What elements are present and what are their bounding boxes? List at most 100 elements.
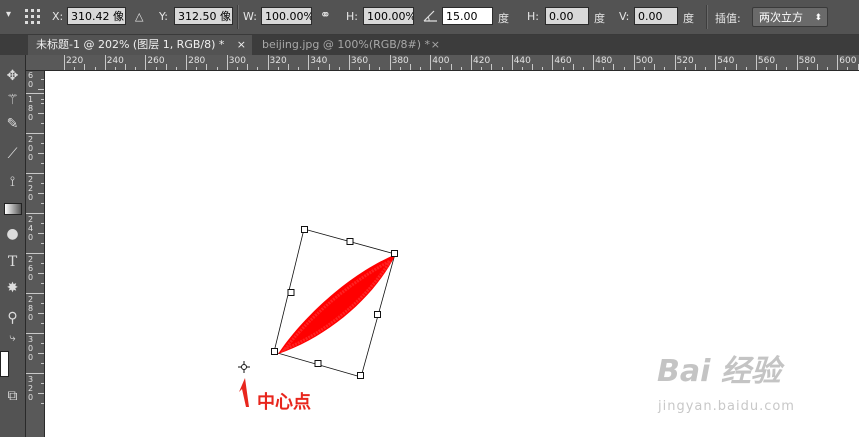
transform-handle[interactable] xyxy=(346,238,354,245)
v-skew-field[interactable]: 0.00 xyxy=(634,7,678,25)
ruler-label: 260 xyxy=(28,255,34,282)
type-icon[interactable]: T xyxy=(0,251,25,273)
tab-label: 未标题-1 @ 202% (图层 1, RGB/8) * xyxy=(36,38,225,51)
ruler-origin[interactable] xyxy=(26,55,45,71)
ruler-tick xyxy=(318,67,320,70)
ruler-tick xyxy=(267,55,269,70)
ruler-tick xyxy=(84,64,86,70)
ruler-tick xyxy=(694,64,696,70)
color-swatch-icon[interactable] xyxy=(0,349,25,377)
ruler-tick xyxy=(247,64,249,70)
transform-handle[interactable] xyxy=(287,289,295,296)
shape-icon[interactable]: ✸ xyxy=(0,277,25,299)
divider xyxy=(706,5,708,29)
ruler-tick xyxy=(827,67,829,70)
reference-point-icon[interactable] xyxy=(24,8,42,26)
ruler-tick xyxy=(257,67,259,70)
brush-icon[interactable]: ⟋ xyxy=(0,143,25,165)
ruler-label: 220 xyxy=(28,175,34,202)
ruler-tick xyxy=(38,153,44,154)
ruler-tick xyxy=(857,64,859,70)
ruler-tick xyxy=(26,373,44,374)
transform-handle[interactable] xyxy=(301,226,308,233)
height-field[interactable]: 100.00% xyxy=(363,7,414,25)
ruler-label: 180 xyxy=(28,95,34,122)
gradient-icon[interactable] xyxy=(0,197,25,219)
tab-label: beijing.jpg @ 100%(RGB/8#) * xyxy=(262,38,431,51)
ruler-tick xyxy=(399,67,401,70)
ruler-tick xyxy=(542,67,544,70)
ruler-tick xyxy=(715,55,717,70)
ruler-tick xyxy=(369,64,371,70)
document-canvas[interactable]: Bai 经验 jingyan.baidu.com xyxy=(45,71,859,437)
horizontal-ruler[interactable]: 220 240 260 280 300 320 340 360 380 400 420 440 460 4… xyxy=(44,55,859,71)
ruler-tick xyxy=(41,263,44,264)
ruler-tick xyxy=(26,213,44,214)
transform-handle[interactable] xyxy=(271,348,278,355)
ruler-tick xyxy=(26,173,44,174)
ruler-tick xyxy=(226,55,228,70)
burn-icon[interactable]: ● xyxy=(0,223,25,245)
link-icon[interactable]: ⚭ xyxy=(320,8,331,23)
ruler-tick xyxy=(38,113,44,114)
transform-handle[interactable] xyxy=(374,311,381,318)
h-skew-field[interactable]: 0.00 xyxy=(545,7,589,25)
vertical-ruler[interactable]: 60 180 200 220 240 260 280 300 320 xyxy=(26,71,45,437)
ruler-tick xyxy=(450,64,452,70)
center-point-icon[interactable] xyxy=(238,361,250,373)
zoom-icon[interactable]: ⚲ xyxy=(0,307,25,329)
ruler-tick xyxy=(460,67,462,70)
transform-handle[interactable] xyxy=(357,372,364,379)
tools-panel: ✥ ⚚ ✎ ⟋ ⟟ ● T ✸ ⚲ ⤷ ⧉ xyxy=(0,55,26,437)
ruler-tick xyxy=(786,67,788,70)
ruler-label: 440 xyxy=(513,56,531,66)
ruler-tick xyxy=(776,64,778,70)
ruler-tick xyxy=(420,67,422,70)
ruler-tick xyxy=(41,323,44,324)
relative-position-icon[interactable]: △ xyxy=(135,10,143,23)
transform-handle[interactable] xyxy=(391,250,398,257)
ruler-tick xyxy=(41,403,44,404)
magic-wand-icon[interactable]: ⚚ xyxy=(0,89,25,111)
tab-untitled-1[interactable]: 未标题-1 @ 202% (图层 1, RGB/8) * × xyxy=(28,35,252,55)
ruler-tick xyxy=(38,393,44,394)
angle-unit: 度 xyxy=(498,12,509,25)
ruler-tick xyxy=(26,93,44,94)
ruler-tick xyxy=(348,55,350,70)
move-icon[interactable]: ✥ xyxy=(0,65,25,87)
ruler-tick xyxy=(41,163,44,164)
close-tab-icon[interactable]: × xyxy=(237,35,246,55)
transform-handle[interactable] xyxy=(314,360,322,367)
screen-mode-icon[interactable]: ⧉ xyxy=(0,385,25,407)
ruler-label: 600 xyxy=(839,56,857,66)
close-tab-icon[interactable]: × xyxy=(431,35,440,55)
ruler-label: 580 xyxy=(798,56,816,66)
ruler-tick xyxy=(338,67,340,70)
ruler-tick xyxy=(613,64,615,70)
ruler-tick xyxy=(277,67,279,70)
y-field[interactable]: 312.50 像 xyxy=(174,7,233,25)
x-field[interactable]: 310.42 像 xyxy=(67,7,126,25)
ruler-tick xyxy=(654,64,656,70)
eyedropper-icon[interactable]: ✎ xyxy=(0,113,25,135)
w-label: W: xyxy=(243,10,257,23)
ruler-label: 240 xyxy=(28,215,34,242)
annotation-arrow-icon xyxy=(239,378,249,407)
ruler-tick xyxy=(74,67,76,70)
history-brush-icon[interactable]: ⟟ xyxy=(0,171,25,193)
interpolation-select[interactable]: 两次立方 ⬍ xyxy=(752,7,828,27)
tool-preset-chevron-icon[interactable]: ▾ xyxy=(6,9,11,20)
ruler-tick xyxy=(38,233,44,234)
tab-beijing[interactable]: beijing.jpg @ 100%(RGB/8#) * × xyxy=(254,35,446,55)
rotate-angle-field[interactable]: 15.00 xyxy=(442,7,493,25)
swap-colors-icon[interactable]: ⤷ xyxy=(0,327,25,349)
ruler-tick xyxy=(236,67,238,70)
ruler-tick xyxy=(389,55,391,70)
ruler-tick xyxy=(572,64,574,70)
ruler-tick xyxy=(643,67,645,70)
ruler-tick xyxy=(430,55,432,70)
ruler-tick xyxy=(806,67,808,70)
ruler-label: 320 xyxy=(269,56,287,66)
width-field[interactable]: 100.00% xyxy=(261,7,312,25)
select-arrows-icon: ⬍ xyxy=(814,13,822,23)
